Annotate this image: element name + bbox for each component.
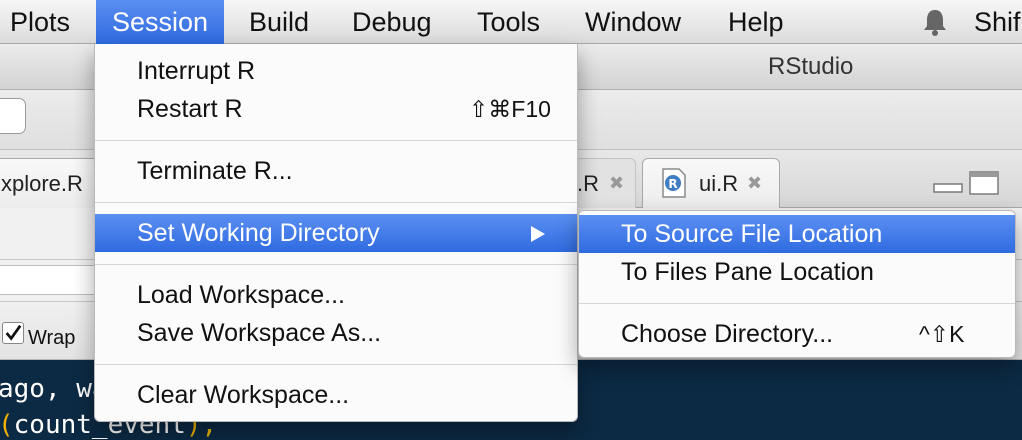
menu-item-label: Restart R xyxy=(137,95,243,123)
submenu-arrow-icon xyxy=(531,226,545,242)
menu-item-terminate-r[interactable]: Terminate R... xyxy=(95,152,577,190)
menu-item-interrupt-r[interactable]: Interrupt R xyxy=(95,52,577,90)
menu-item-set-working-directory[interactable]: Set Working Directory xyxy=(95,214,577,252)
tab-label: .R xyxy=(577,171,599,196)
shortcut-label: ^⇧K xyxy=(919,321,965,347)
menu-item-label: Load Workspace... xyxy=(137,281,345,309)
tab-ui-r[interactable]: R ui.R ✖ xyxy=(642,158,780,208)
pane-window-controls[interactable] xyxy=(932,170,1002,196)
session-menu: Interrupt R Restart R ⇧⌘F10 Terminate R.… xyxy=(94,44,578,422)
menu-separator xyxy=(95,364,577,365)
working-directory-submenu: To Source File Location To Files Pane Lo… xyxy=(578,210,1016,358)
svg-text:R: R xyxy=(668,177,677,191)
toolbar-search-field[interactable] xyxy=(0,98,26,134)
menu-item-to-source-file-location[interactable]: To Source File Location xyxy=(579,215,1015,253)
menu-item-label: Interrupt R xyxy=(137,57,256,85)
tab-label: xplore.R xyxy=(1,171,83,196)
menu-session[interactable]: Session xyxy=(96,0,225,44)
tab-label: ui.R xyxy=(699,171,739,196)
menu-item-label: Terminate R... xyxy=(137,157,293,185)
code-paren: ( xyxy=(0,410,14,440)
menu-item-choose-directory[interactable]: Choose Directory... ^⇧K xyxy=(579,315,1015,353)
shortcut-label: ⇧⌘F10 xyxy=(469,96,551,122)
menu-item-label: Clear Workspace... xyxy=(137,381,350,409)
menu-item-to-files-pane-location[interactable]: To Files Pane Location xyxy=(579,253,1015,291)
wrap-label: Wrap xyxy=(28,327,76,349)
menu-separator xyxy=(579,303,1015,304)
menu-debug[interactable]: Debug xyxy=(352,0,432,44)
code-line: ago, wa xyxy=(0,374,108,404)
menu-item-label: To Source File Location xyxy=(621,220,883,248)
menu-item-label: Set Working Directory xyxy=(137,219,380,247)
menu-plots[interactable]: Plots xyxy=(10,0,70,44)
menu-item-clear-workspace[interactable]: Clear Workspace... xyxy=(95,376,577,414)
notification-bell-icon[interactable] xyxy=(920,7,950,37)
menu-separator xyxy=(95,264,577,265)
menu-tools[interactable]: Tools xyxy=(477,0,540,44)
menu-item-label: Choose Directory... xyxy=(621,320,834,348)
menu-item-save-workspace-as[interactable]: Save Workspace As... xyxy=(95,314,577,352)
menu-item-label: To Files Pane Location xyxy=(621,258,874,286)
menu-build[interactable]: Build xyxy=(249,0,309,44)
tab-explore-r[interactable]: xplore.R xyxy=(0,158,106,208)
menu-help[interactable]: Help xyxy=(728,0,784,44)
user-menu[interactable]: Shif xyxy=(974,0,1021,44)
menu-separator xyxy=(95,202,577,203)
r-file-icon: R xyxy=(662,168,686,198)
menu-bar: Plots Session Build Debug Tools Window H… xyxy=(0,0,1022,44)
menu-item-load-workspace[interactable]: Load Workspace... xyxy=(95,276,577,314)
menu-separator xyxy=(95,140,577,141)
close-icon[interactable]: ✖ xyxy=(609,173,624,194)
menu-item-restart-r[interactable]: Restart R ⇧⌘F10 xyxy=(95,90,577,128)
menu-window[interactable]: Window xyxy=(585,0,681,44)
menu-item-label: Save Workspace As... xyxy=(137,319,382,347)
close-icon[interactable]: ✖ xyxy=(747,173,762,194)
window-title: RStudio xyxy=(768,53,854,80)
wrap-checkbox[interactable] xyxy=(2,322,24,344)
